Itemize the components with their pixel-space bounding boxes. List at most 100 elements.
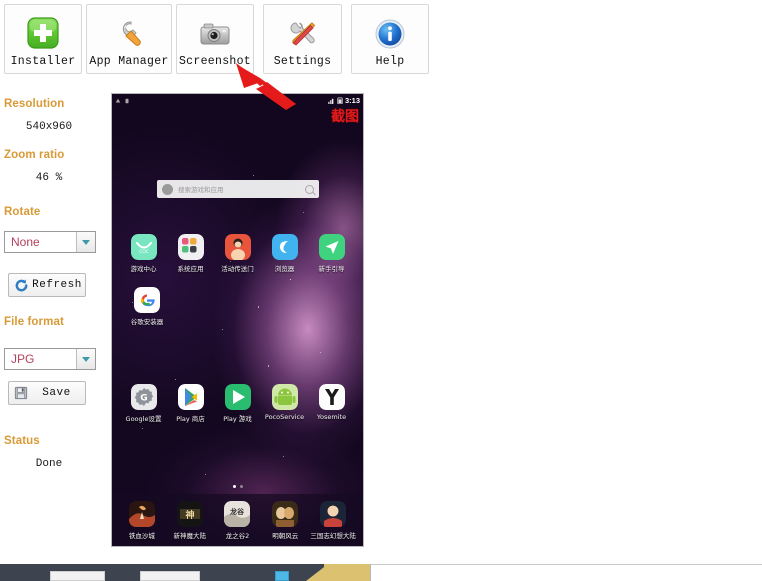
toolbar-button-screenshot[interactable]: Screenshot (176, 4, 254, 74)
app-row-spacer (112, 340, 363, 370)
toolbar-button-app-manager[interactable]: App Manager (86, 4, 172, 74)
screenshot-annotation-text: 截图 (331, 109, 359, 125)
app-label: 游戏中心 (130, 265, 157, 273)
game-center-icon: COC (130, 234, 157, 260)
status-label: Status (4, 435, 40, 447)
search-icon[interactable] (305, 184, 314, 194)
info-circle-icon (370, 14, 410, 54)
app-label: 新手引导 (318, 265, 345, 273)
taskbar-item[interactable] (275, 571, 289, 581)
dock-label: 新神魔大陆 (173, 531, 206, 540)
page-indicator (112, 485, 363, 488)
file-format-select[interactable]: JPG (4, 348, 96, 370)
toolbar-label: App Manager (89, 55, 169, 68)
dock-cell[interactable]: 三国志幻想大陆 (310, 500, 356, 540)
app-row: 谷歌安装器 (112, 287, 363, 326)
dock-cell[interactable]: 铁血沙城 (121, 500, 163, 540)
toolbar-button-settings[interactable]: Settings (263, 4, 342, 74)
main-toolbar: Installer App Manager Screenshot Setting… (0, 0, 762, 78)
app-cell[interactable]: 系统应用 (170, 234, 212, 273)
toolbar-label: Help (375, 55, 405, 68)
app-cell[interactable]: 浏览器 (264, 234, 306, 273)
chevron-down-icon[interactable] (76, 349, 95, 369)
app-label: 谷歌安装器 (130, 318, 164, 326)
guide-icon (318, 234, 345, 260)
system-apps-folder-icon (177, 234, 204, 260)
svg-text:龙谷: 龙谷 (229, 507, 245, 516)
taskbar-item[interactable] (140, 571, 200, 581)
taskbar-divider (370, 564, 762, 565)
svg-text:COC: COC (139, 249, 149, 255)
app-grid: COC 游戏中心 系统应用 活动传送门 浏览器 新手引导 谷歌安装器 G Goo… (112, 234, 363, 437)
taskbar-highlight[interactable] (324, 564, 370, 581)
page-dot[interactable] (232, 485, 236, 488)
svg-text:G: G (140, 394, 147, 404)
app-label: 系统应用 (177, 265, 204, 273)
game-sanguo-icon (320, 500, 347, 527)
wrench-icon (109, 14, 149, 54)
rotate-select[interactable]: None (4, 231, 96, 253)
app-cell[interactable]: 谷歌安装器 (126, 287, 168, 326)
phone-search-bar[interactable]: 搜索游戏和应用 (157, 180, 319, 198)
refresh-button[interactable]: Refresh (8, 273, 86, 297)
app-label: Play 商店 (176, 415, 205, 423)
play-games-icon (224, 384, 251, 410)
game-shenmo-icon: 神 (176, 500, 203, 527)
app-cell[interactable]: 新手引导 (311, 234, 353, 273)
installer-plus-icon (23, 14, 63, 54)
toolbar-button-installer[interactable]: Installer (4, 4, 82, 74)
toolbar-label: Settings (273, 55, 332, 68)
taskbar-item[interactable] (50, 571, 105, 581)
refresh-button-label: Refresh (32, 279, 82, 291)
status-time: 3:13 (344, 96, 360, 105)
page-dot[interactable] (239, 485, 243, 488)
svg-text:神: 神 (185, 509, 194, 521)
toolbar-button-help[interactable]: Help (351, 4, 429, 74)
file-format-value: JPG (11, 352, 35, 366)
taskbar-separator (370, 564, 371, 581)
notification-icon (115, 98, 121, 102)
status-left-icons (115, 98, 130, 104)
save-button[interactable]: Save (8, 381, 86, 405)
app-row: G Google设置 Play 商店 Play 游戏 PocoService Y… (112, 384, 363, 423)
dock-cell[interactable]: 明朝风云 (264, 500, 306, 540)
signal-icon (328, 98, 334, 104)
app-row: COC 游戏中心 系统应用 活动传送门 浏览器 新手引导 (112, 234, 363, 273)
screenshot-preview[interactable]: 3:13 截图 搜索游戏和应用 COC 游戏中心 系统应用 活动传送门 浏览器 … (111, 93, 364, 547)
browser-icon (271, 234, 298, 260)
dock-label: 铁血沙城 (128, 531, 155, 540)
app-window: Installer App Manager Screenshot Setting… (0, 0, 762, 581)
refresh-icon (15, 278, 28, 291)
app-cell[interactable]: G Google设置 (123, 384, 165, 423)
app-cell[interactable]: Play 商店 (170, 384, 212, 423)
phone-status-bar: 3:13 (112, 94, 363, 107)
chevron-down-icon[interactable] (76, 232, 95, 252)
play-store-icon (177, 384, 204, 410)
dock-cell[interactable]: 神 新神魔大陆 (169, 500, 211, 540)
toolbar-label: Screenshot (178, 55, 251, 68)
app-cell[interactable]: COC 游戏中心 (123, 234, 165, 273)
app-cell[interactable]: PocoService (264, 384, 306, 423)
tools-cross-icon (283, 14, 323, 54)
status-right-icons: 3:13 (328, 96, 360, 105)
app-cell[interactable]: Play 游戏 (217, 384, 259, 423)
app-cell[interactable]: 活动传送门 (217, 234, 259, 273)
dock-label: 龙之谷2 (225, 531, 250, 540)
dock-label: 明朝风云 (272, 531, 299, 540)
save-button-label: Save (42, 387, 71, 399)
app-label: 浏览器 (274, 265, 295, 273)
game-tiexue-icon (128, 500, 155, 527)
app-dock: 铁血沙城 神 新神魔大陆 龙谷 龙之谷2 明朝风云 三国志幻想大陆 (112, 494, 363, 546)
zoom-ratio-value: 46 % (35, 172, 63, 184)
rotate-select-value: None (11, 235, 40, 249)
app-store-icon (162, 183, 173, 195)
app-label: PocoService (264, 413, 305, 421)
app-label: Play 游戏 (223, 415, 252, 423)
status-value: Done (35, 458, 63, 470)
app-label: Yosemite (316, 413, 347, 421)
app-cell[interactable]: Yosemite (311, 384, 353, 423)
app-label: Google设置 (125, 415, 162, 423)
rotate-label: Rotate (4, 206, 41, 218)
dock-cell[interactable]: 龙谷 龙之谷2 (216, 500, 258, 540)
left-sidebar: Resolution 540x960 Zoom ratio 46 % Rotat… (0, 92, 108, 562)
